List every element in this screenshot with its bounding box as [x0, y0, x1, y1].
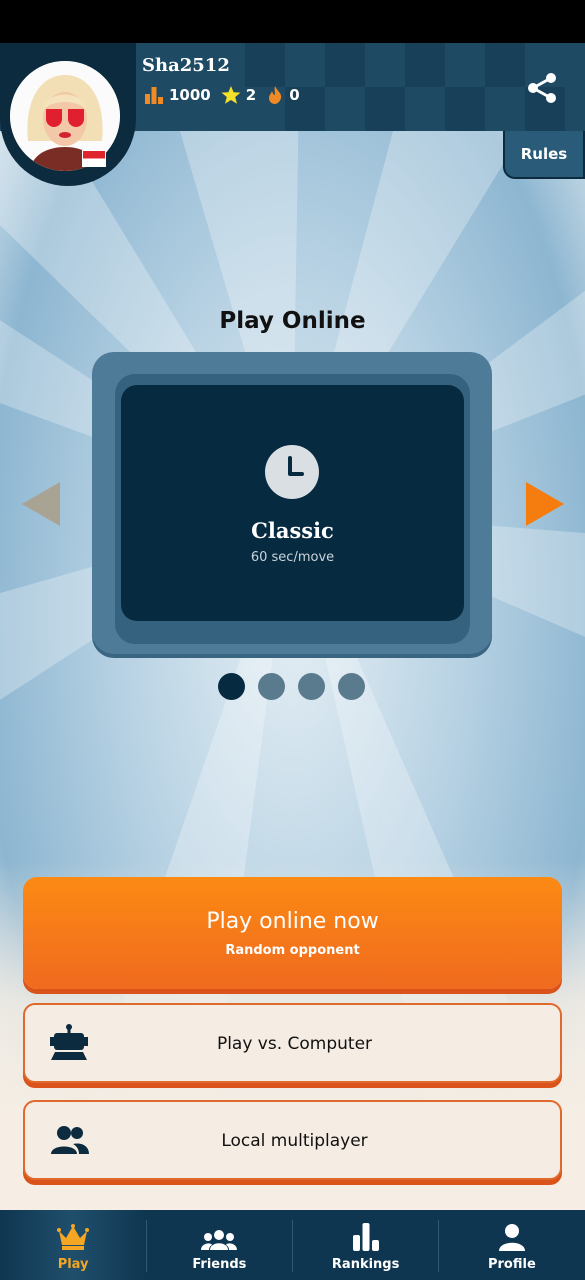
tab-profile[interactable]: Profile [439, 1210, 585, 1280]
rankings-icon [352, 1223, 379, 1251]
share-icon[interactable] [524, 70, 560, 106]
play-online-now-label: Play online now [206, 909, 379, 934]
clock-icon [265, 445, 319, 499]
tab-divider [292, 1220, 293, 1272]
tab-profile-label: Profile [487, 1257, 536, 1272]
tab-play[interactable]: Play [0, 1210, 147, 1280]
previous-mode-arrow-icon[interactable] [20, 480, 62, 528]
random-opponent-label: Random opponent [225, 943, 360, 958]
player-stats: 1000 2 0 [144, 85, 310, 105]
tab-play-label: Play [57, 1257, 89, 1272]
tab-friends-label: Friends [192, 1257, 247, 1272]
stars-value: 2 [245, 86, 257, 104]
play-vs-computer-label: Play vs. Computer [216, 1034, 373, 1054]
play-vs-computer-button[interactable]: Play vs. Computer [23, 1003, 562, 1083]
bottom-navigation: Play Friends Rankings Profile [0, 1210, 585, 1280]
tab-rankings[interactable]: Rankings [293, 1210, 439, 1280]
mode-description: 60 sec/move [250, 550, 335, 565]
carousel-dot[interactable] [258, 673, 285, 700]
game-mode-card-screen [121, 385, 464, 621]
next-mode-arrow-icon[interactable] [524, 480, 566, 528]
flame-icon [269, 86, 282, 104]
mode-name: Classic [251, 518, 334, 543]
local-multiplayer-label: Local multiplayer [221, 1131, 368, 1151]
tab-rankings-label: Rankings [331, 1257, 400, 1272]
carousel-dots [218, 673, 378, 700]
section-title: Play Online [219, 308, 366, 334]
status-bar [0, 0, 585, 43]
profile-icon [498, 1224, 525, 1251]
carousel-dot[interactable] [338, 673, 365, 700]
rules-button[interactable]: Rules [503, 131, 585, 179]
crown-icon [57, 1224, 90, 1250]
streak-stat: 0 [266, 85, 300, 105]
streak-value: 0 [289, 86, 300, 104]
tab-friends[interactable]: Friends [146, 1210, 292, 1280]
friends-icon [201, 1230, 238, 1250]
stars-stat: 2 [221, 85, 256, 105]
local-multiplayer-button[interactable]: Local multiplayer [23, 1100, 562, 1180]
play-online-now-button[interactable]: Play online now Random opponent [23, 877, 562, 989]
star-icon [221, 86, 241, 104]
tab-divider [438, 1220, 439, 1272]
carousel-dot[interactable] [298, 673, 325, 700]
country-flag [82, 150, 106, 167]
tab-divider [146, 1220, 147, 1272]
rating-icon [145, 87, 163, 104]
rating-stat: 1000 [144, 85, 211, 105]
username[interactable]: Sha2512 [142, 55, 230, 76]
carousel-dot[interactable] [218, 673, 245, 700]
rating-value: 1000 [169, 86, 211, 104]
